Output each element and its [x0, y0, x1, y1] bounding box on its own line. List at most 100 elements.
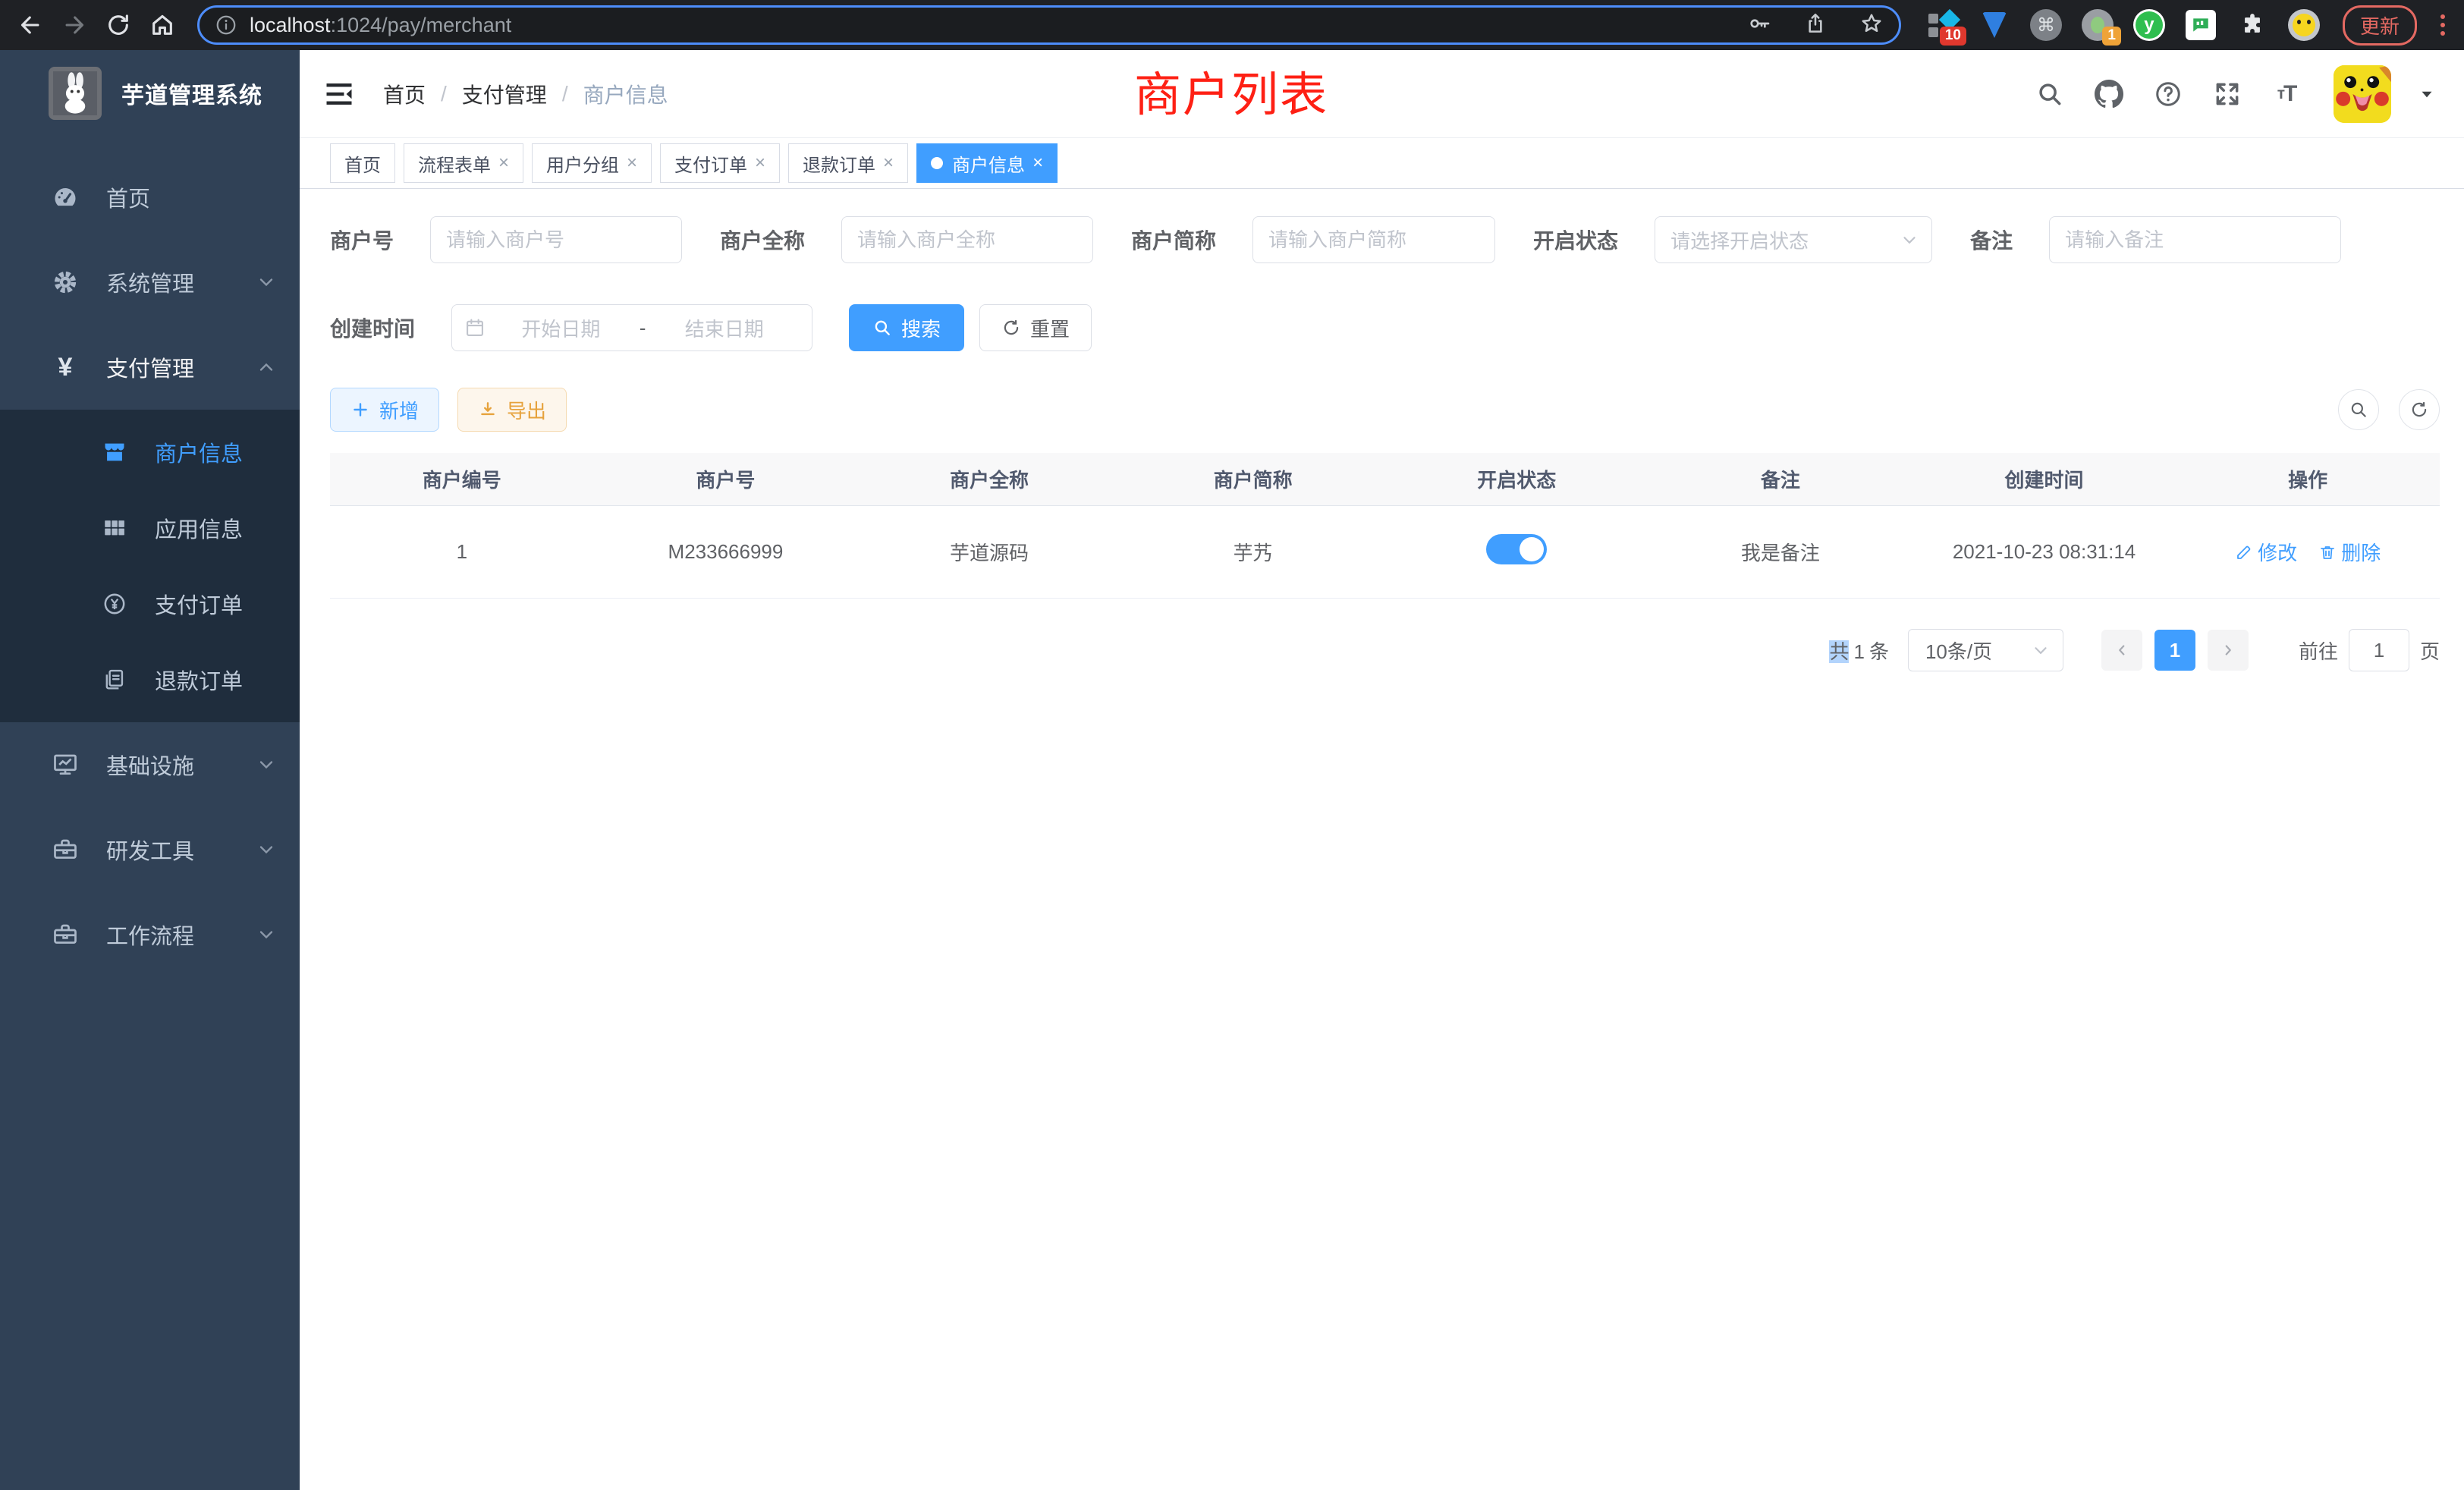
app-logo[interactable]: 芋道管理系统 — [0, 50, 300, 135]
sidebar-item-home[interactable]: 首页 — [0, 155, 300, 240]
sidebar-item-system[interactable]: 系统管理 — [0, 240, 300, 325]
next-page-icon[interactable] — [2208, 630, 2249, 671]
tab-merchant-info[interactable]: 商户信息× — [916, 143, 1058, 183]
sidebar-item-infrastructure[interactable]: 基础设施 — [0, 722, 300, 807]
ext-yudao-icon[interactable]: y — [2132, 8, 2167, 42]
full-name-input[interactable] — [841, 216, 1093, 263]
cell-remark: 我是备注 — [1648, 538, 1912, 566]
top-navbar: 首页 / 支付管理 / 商户信息 — [300, 50, 2464, 138]
url-host: localhost — [250, 14, 331, 36]
page-content: 商户号 商户全称 商户简称 开启状态 请选择开启状态 — [300, 189, 2464, 671]
forward-icon[interactable] — [58, 8, 91, 42]
pagination-goto: 前往 页 — [2299, 629, 2440, 671]
page-number-1[interactable]: 1 — [2154, 630, 2195, 671]
refund-doc-icon — [102, 667, 127, 693]
font-size-icon[interactable]: тT — [2270, 77, 2303, 111]
extensions-puzzle-icon[interactable] — [2235, 8, 2270, 42]
remark-input[interactable] — [2049, 216, 2341, 263]
chevron-up-icon — [256, 357, 277, 378]
search-button[interactable]: 搜索 — [849, 304, 964, 351]
refresh-icon[interactable] — [2399, 389, 2440, 430]
merchant-no-label: 商户号 — [330, 225, 394, 255]
cell-full-name: 芋道源码 — [857, 538, 1121, 566]
home-icon[interactable] — [146, 8, 179, 42]
cell-create-time: 2021-10-23 08:31:14 — [1912, 540, 2176, 564]
tab-pay-order[interactable]: 支付订单× — [660, 143, 780, 183]
ext-spinnaker-icon[interactable] — [1977, 8, 2012, 42]
tab-close-icon[interactable]: × — [627, 154, 637, 172]
status-select[interactable]: 请选择开启状态 — [1655, 216, 1932, 263]
sidebar-item-pay-order[interactable]: 支付订单 — [0, 566, 300, 642]
tab-process-form[interactable]: 流程表单× — [404, 143, 523, 183]
sidebar-collapse-icon[interactable] — [321, 76, 357, 112]
ext-monkey-icon[interactable]: 10 — [1925, 8, 1960, 42]
ext-camera-icon[interactable]: 1 — [2080, 8, 2115, 42]
show-search-toggle-icon[interactable] — [2338, 389, 2379, 430]
browser-toolbar: localhost:1024/pay/merchant 10 — [0, 0, 2464, 50]
help-icon[interactable] — [2151, 77, 2185, 111]
prev-page-icon[interactable] — [2101, 630, 2142, 671]
ext-chat-icon[interactable] — [2183, 8, 2218, 42]
short-name-input[interactable] — [1252, 216, 1495, 263]
goto-label: 前往 — [2299, 637, 2338, 665]
col-remark: 备注 — [1648, 465, 1912, 493]
breadcrumb-payment[interactable]: 支付管理 — [462, 79, 547, 109]
grid-icon — [102, 515, 127, 541]
page-size-select[interactable]: 10条/页 — [1908, 629, 2063, 671]
breadcrumb-home[interactable]: 首页 — [383, 79, 426, 109]
share-icon[interactable] — [1803, 11, 1828, 39]
sidebar-item-app-info[interactable]: 应用信息 — [0, 490, 300, 566]
start-date-placeholder[interactable]: 开始日期 — [486, 314, 636, 342]
ext-command-icon[interactable]: ⌘ — [2029, 8, 2063, 42]
sidebar-item-refund-order[interactable]: 退款订单 — [0, 642, 300, 718]
tab-refund-order[interactable]: 退款订单× — [788, 143, 908, 183]
chevron-down-icon — [256, 272, 277, 293]
sidebar-item-merchant-info[interactable]: 商户信息 — [0, 414, 300, 490]
sidebar-item-dev-tools[interactable]: 研发工具 — [0, 807, 300, 892]
app-title: 芋道管理系统 — [121, 77, 262, 110]
edit-link[interactable]: 修改 — [2235, 538, 2297, 566]
status-label: 开启状态 — [1533, 225, 1618, 255]
reload-icon[interactable] — [102, 8, 135, 42]
delete-link[interactable]: 删除 — [2318, 538, 2381, 566]
tab-close-icon[interactable]: × — [1032, 154, 1043, 172]
toolbox-icon — [50, 835, 80, 865]
caret-down-icon[interactable] — [2417, 84, 2437, 104]
breadcrumb-current: 商户信息 — [583, 79, 668, 109]
tab-close-icon[interactable]: × — [883, 154, 894, 172]
user-avatar[interactable] — [2334, 65, 2391, 123]
fullscreen-icon[interactable] — [2211, 77, 2244, 111]
bookmark-star-icon[interactable] — [1859, 11, 1884, 39]
site-info-icon[interactable] — [215, 14, 237, 36]
tab-close-icon[interactable]: × — [498, 154, 509, 172]
tab-user-group[interactable]: 用户分组× — [532, 143, 652, 183]
tab-home[interactable]: 首页 — [330, 143, 395, 183]
export-button[interactable]: 导出 — [457, 388, 567, 432]
status-toggle[interactable] — [1486, 534, 1547, 564]
back-icon[interactable] — [14, 8, 47, 42]
cell-merchant-no: M233666999 — [594, 540, 858, 564]
search-icon[interactable] — [2033, 77, 2066, 111]
password-key-icon[interactable] — [1747, 11, 1771, 39]
table-row: 1 M233666999 芋道源码 芋艿 我是备注 2021-10-23 08:… — [330, 506, 2440, 599]
tab-close-icon[interactable]: × — [755, 154, 765, 172]
yen-icon: ¥ — [50, 352, 80, 382]
sidebar-item-workflow[interactable]: 工作流程 — [0, 892, 300, 977]
payment-submenu: 商户信息 应用信息 支付订单 — [0, 410, 300, 722]
goto-page-input[interactable] — [2349, 629, 2409, 671]
end-date-placeholder[interactable]: 结束日期 — [649, 314, 800, 342]
browser-update-button[interactable]: 更新 — [2343, 5, 2417, 46]
screen: localhost:1024/pay/merchant 10 — [0, 0, 2464, 1490]
reset-button[interactable]: 重置 — [979, 304, 1092, 351]
merchant-no-input[interactable] — [430, 216, 682, 263]
browser-menu-icon[interactable] — [2435, 14, 2450, 36]
col-merchant-id: 商户编号 — [330, 465, 594, 493]
add-button[interactable]: 新增 — [330, 388, 439, 432]
filter-row-2: 创建时间 开始日期 - 结束日期 搜索 — [330, 304, 2440, 351]
sidebar-item-payment[interactable]: ¥ 支付管理 — [0, 325, 300, 410]
ext-badge: 1 — [2102, 27, 2121, 46]
browser-profile-avatar[interactable] — [2286, 8, 2321, 42]
create-time-range-picker[interactable]: 开始日期 - 结束日期 — [451, 304, 812, 351]
github-icon[interactable] — [2092, 77, 2126, 111]
address-bar[interactable]: localhost:1024/pay/merchant — [197, 5, 1901, 45]
